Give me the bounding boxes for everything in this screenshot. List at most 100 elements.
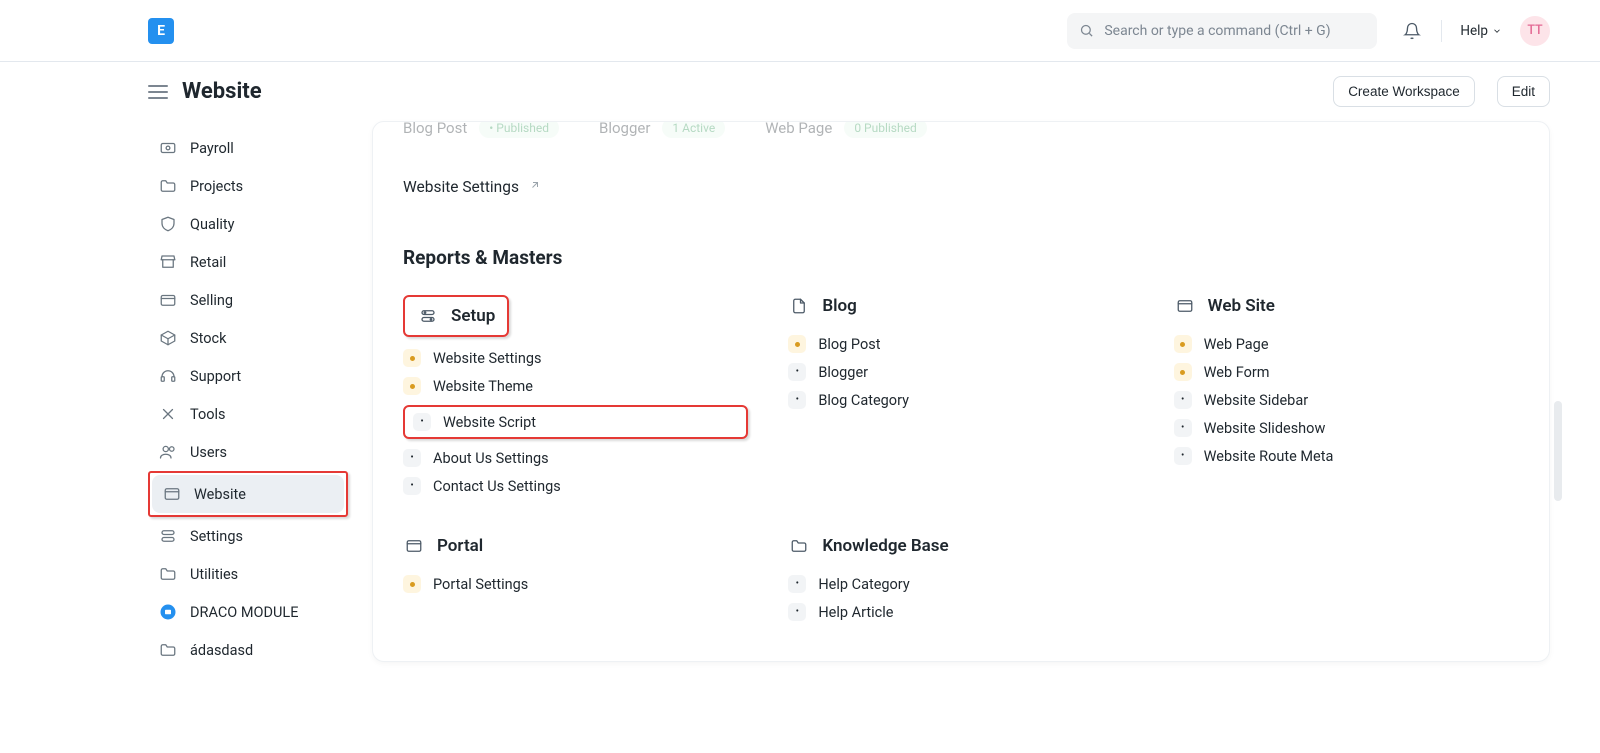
- sidebar-item-utilities[interactable]: Utilities: [148, 555, 348, 593]
- setup-icon: [417, 305, 439, 327]
- status-indicator: [403, 377, 421, 395]
- user-avatar[interactable]: TT: [1520, 16, 1550, 46]
- shortcut-item[interactable]: Web Page0 Published: [765, 121, 927, 138]
- external-link-icon: [529, 179, 541, 195]
- list-item-label: Website Settings: [433, 350, 541, 367]
- list-item[interactable]: Website Script: [403, 405, 748, 439]
- page-header: Website Create Workspace Edit: [0, 62, 1600, 121]
- list-item[interactable]: About Us Settings: [403, 449, 748, 467]
- status-indicator: [1174, 363, 1192, 381]
- scrollbar[interactable]: [1554, 401, 1562, 501]
- list-item-label: Contact Us Settings: [433, 478, 561, 495]
- folder-icon: [158, 640, 178, 660]
- sidebar-item-projects[interactable]: Projects: [148, 167, 348, 205]
- list-item[interactable]: Blog Post: [788, 335, 1133, 353]
- shield-icon: [158, 214, 178, 234]
- list-item[interactable]: Web Form: [1174, 363, 1519, 381]
- group-title: Setup: [403, 295, 509, 337]
- group-title: Portal: [403, 535, 748, 557]
- help-menu[interactable]: Help: [1460, 23, 1502, 39]
- sidebar-item-label: DRACO MODULE: [190, 604, 298, 621]
- shortcut-website-settings[interactable]: Website Settings: [403, 160, 1519, 202]
- group-title-label: Portal: [437, 536, 483, 556]
- list-item[interactable]: Website Sidebar: [1174, 391, 1519, 409]
- list-item[interactable]: Blog Category: [788, 391, 1133, 409]
- edit-button[interactable]: Edit: [1497, 76, 1550, 107]
- nav-separator: [1441, 20, 1442, 42]
- folder-icon: [158, 176, 178, 196]
- sidebar-item-quality[interactable]: Quality: [148, 205, 348, 243]
- workspace-card: Blog Post• Published Blogger1 Active Web P…: [372, 121, 1550, 662]
- list-item-label: Portal Settings: [433, 576, 528, 593]
- sidebar-item-support[interactable]: Support: [148, 357, 348, 395]
- list-item[interactable]: Help Article: [788, 603, 1133, 621]
- search-placeholder: Search or type a command (Ctrl + G): [1104, 23, 1330, 39]
- group-title-label: Knowledge Base: [822, 536, 948, 556]
- sidebar-item-ádasdasd[interactable]: ádasdasd: [148, 631, 348, 669]
- browser-icon: [162, 484, 182, 504]
- main-content: Blog Post• Published Blogger1 Active Web P…: [372, 121, 1550, 662]
- headset-icon: [158, 366, 178, 386]
- list-item[interactable]: Website Slideshow: [1174, 419, 1519, 437]
- sidebar-item-label: Projects: [190, 178, 243, 195]
- status-indicator: [403, 477, 421, 495]
- notifications-icon[interactable]: [1401, 20, 1423, 42]
- status-indicator: [1174, 419, 1192, 437]
- create-workspace-button[interactable]: Create Workspace: [1333, 76, 1475, 107]
- sidebar-item-website[interactable]: Website: [152, 475, 344, 513]
- status-indicator: [403, 349, 421, 367]
- sidebar-item-retail[interactable]: Retail: [148, 243, 348, 281]
- sidebar-item-users[interactable]: Users: [148, 433, 348, 471]
- search-icon: [1079, 23, 1094, 38]
- group-web-site: Web Site Web Page Web Form Website Sidebar W…: [1174, 295, 1519, 495]
- list-item[interactable]: Help Category: [788, 575, 1133, 593]
- status-indicator: [788, 575, 806, 593]
- list-item[interactable]: Website Route Meta: [1174, 447, 1519, 465]
- list-item[interactable]: Website Theme: [403, 377, 748, 395]
- list-item[interactable]: Portal Settings: [403, 575, 748, 593]
- sidebar-item-label: Tools: [190, 406, 226, 423]
- list-item-label: About Us Settings: [433, 450, 549, 467]
- app-logo[interactable]: E: [148, 18, 174, 44]
- shortcuts-row: Blog Post• Published Blogger1 Active Web P…: [403, 121, 1519, 156]
- group-knowledge-base: Knowledge Base Help Category Help Article: [788, 535, 1133, 621]
- sidebar-item-draco-module[interactable]: DRACO MODULE: [148, 593, 348, 631]
- folder-icon: [158, 564, 178, 584]
- list-item-label: Website Slideshow: [1204, 420, 1326, 437]
- list-item[interactable]: Website Settings: [403, 349, 748, 367]
- group-title: Web Site: [1174, 295, 1519, 317]
- payroll-icon: [158, 138, 178, 158]
- status-indicator: [1174, 447, 1192, 465]
- tools-icon: [158, 404, 178, 424]
- status-indicator: [1174, 335, 1192, 353]
- list-item[interactable]: Web Page: [1174, 335, 1519, 353]
- list-item-label: Website Script: [443, 414, 536, 431]
- sidebar-item-label: Quality: [190, 216, 235, 233]
- list-item[interactable]: Contact Us Settings: [403, 477, 748, 495]
- browser-icon: [403, 535, 425, 557]
- list-item[interactable]: Blogger: [788, 363, 1133, 381]
- sidebar-toggle-icon[interactable]: [148, 82, 168, 102]
- status-indicator: [788, 363, 806, 381]
- page-title: Website: [182, 79, 262, 104]
- highlight-sidebar-website: Website: [148, 471, 348, 517]
- settings-icon: [158, 526, 178, 546]
- global-search[interactable]: Search or type a command (Ctrl + G): [1067, 13, 1377, 49]
- group-portal: Portal Portal Settings: [403, 535, 748, 621]
- shortcut-item[interactable]: Blogger1 Active: [599, 121, 725, 138]
- shortcut-item[interactable]: Blog Post• Published: [403, 121, 559, 138]
- sidebar: Payroll Projects Quality Retail SellingStock…: [148, 121, 348, 669]
- sidebar-item-label: Payroll: [190, 140, 234, 157]
- sidebar-item-stock[interactable]: Stock: [148, 319, 348, 357]
- group-list: Website Settings Website Theme Website Scr…: [403, 349, 748, 495]
- sidebar-item-selling[interactable]: Selling: [148, 281, 348, 319]
- sidebar-item-tools[interactable]: Tools: [148, 395, 348, 433]
- status-indicator: [788, 603, 806, 621]
- sidebar-item-payroll[interactable]: Payroll: [148, 129, 348, 167]
- sidebar-item-settings[interactable]: Settings: [148, 517, 348, 555]
- sidebar-item-label: Retail: [190, 254, 226, 271]
- sidebar-item-label: Settings: [190, 528, 243, 545]
- list-item-label: Blog Post: [818, 336, 880, 353]
- group-list: Blog Post Blogger Blog Category: [788, 335, 1133, 409]
- group-title: Blog: [788, 295, 1133, 317]
